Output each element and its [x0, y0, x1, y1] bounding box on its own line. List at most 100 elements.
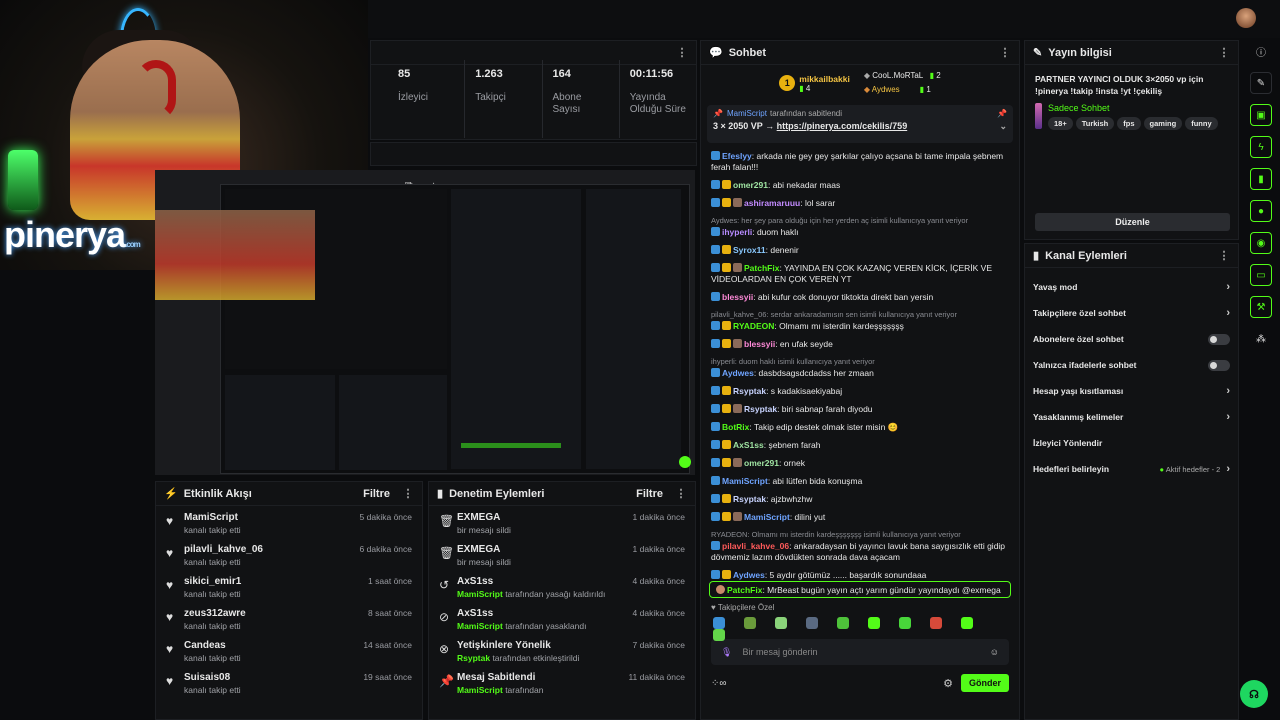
emote-icon[interactable]: [837, 617, 849, 630]
chat-message[interactable]: omer291: abi nekadar maas: [701, 180, 1019, 191]
more-icon[interactable]: ⋮: [999, 46, 1011, 59]
chevron-down-icon[interactable]: ⌄: [999, 121, 1007, 132]
emote-icon[interactable]: [930, 617, 942, 630]
activity-item[interactable]: ♥ Suisais08 kanalı takip etti 19 saat önce: [156, 666, 422, 698]
pencil-icon[interactable]: ✎: [1250, 72, 1272, 94]
channel-action-item[interactable]: Abonelere özel sohbet: [1025, 326, 1238, 352]
chat-username[interactable]: Rsyptak: [744, 404, 777, 414]
chat-message[interactable]: BotRix: Takip edip destek olmak ister mi…: [701, 422, 1019, 433]
emote-icon[interactable]: [961, 617, 973, 630]
emoji-icon[interactable]: ☺: [990, 647, 999, 657]
chat-message[interactable]: blessyii: abi kufur cok donuyor tiktokta…: [701, 292, 1019, 303]
pinned-message[interactable]: 📌 MamiScript tarafından sabitlendi 📌 3 × 20…: [707, 105, 1013, 143]
more-icon[interactable]: ⋮: [1218, 46, 1230, 59]
broadcast-icon[interactable]: ◉: [1250, 232, 1272, 254]
bolt-icon[interactable]: ϟ: [1250, 136, 1272, 158]
chat-message[interactable]: PatchFix: YAYINDA EN ÇOK KAZANÇ VEREN Kİ…: [701, 263, 1019, 285]
chat-username[interactable]: pilavli_kahve_06: [722, 541, 789, 551]
chat-username[interactable]: Rsyptak: [733, 494, 766, 504]
points-icon[interactable]: ⁘∞: [711, 678, 727, 689]
monitor-icon[interactable]: ▭: [1250, 264, 1272, 286]
moderation-item[interactable]: ⊘ AxS1ss MamiScript tarafından yasaklandı 4…: [429, 602, 695, 634]
chat-username[interactable]: omer291: [744, 458, 779, 468]
channel-action-item[interactable]: İzleyici Yönlendir: [1025, 430, 1238, 456]
help-icon[interactable]: ☊: [1240, 680, 1268, 708]
stream-tag[interactable]: 18+: [1048, 117, 1073, 130]
chat-username[interactable]: omer291: [733, 180, 768, 190]
wrench-icon[interactable]: ⚒: [1250, 296, 1272, 318]
activity-item[interactable]: ♥ sikici_emir1 kanalı takip etti 1 saat önc…: [156, 570, 422, 602]
moderation-item[interactable]: 🗑 EXMEGA bir mesajı sildi 1 dakika önce: [429, 538, 695, 570]
chat-message[interactable]: Aydwes: 5 aydır götümüz ...... başardık …: [701, 570, 1019, 581]
more-icon[interactable]: ⋮: [1218, 249, 1230, 262]
emote-icon[interactable]: [713, 617, 725, 630]
chat-message[interactable]: MamiScript: abi lütfen bida konuşma: [701, 476, 1019, 487]
info-icon[interactable]: ⓘ: [1250, 40, 1272, 62]
channel-action-item[interactable]: Yavaş mod ›: [1025, 274, 1238, 300]
toggle-switch[interactable]: [1208, 359, 1230, 371]
emote-icon[interactable]: [744, 617, 756, 630]
more-icon[interactable]: ⋮: [402, 487, 414, 500]
chat-message[interactable]: Rsyptak: biri sabnap farah diyodu: [701, 404, 1019, 415]
moderation-item[interactable]: ⊗ Yetişkinlere Yönelik Rsyptak tarafından …: [429, 634, 695, 666]
channel-action-item[interactable]: Yasaklanmış kelimeler ›: [1025, 404, 1238, 430]
chat-message[interactable]: RYADEON: Olmamı mı isterdin kardeşşşşşşş: [701, 321, 1019, 332]
activity-item[interactable]: ♥ Candeas kanalı takip etti 14 saat önce: [156, 634, 422, 666]
more-icon[interactable]: ⋮: [676, 46, 688, 59]
chat-username[interactable]: BotRix: [722, 422, 749, 432]
activity-item[interactable]: ♥ zeus312awre kanalı takip etti 8 saat önce: [156, 602, 422, 634]
chat-username[interactable]: blessyii: [722, 292, 753, 302]
chat-username[interactable]: Syrox11: [733, 245, 766, 255]
stream-tag[interactable]: gaming: [1143, 117, 1183, 130]
chat-username[interactable]: MamiScript: [722, 476, 768, 486]
channel-action-item[interactable]: Hedefleri belirleyin ● Aktif hedefler - 2…: [1025, 456, 1238, 482]
chat-message[interactable]: AxS1ss: şebnem farah: [701, 440, 1019, 451]
chat-username[interactable]: Rsyptak: [733, 386, 766, 396]
chat-message[interactable]: pilavli_kahve_06: ankaradaysan bi yayınc…: [701, 541, 1019, 563]
chat-message[interactable]: ihyperli: duom haklı: [701, 227, 1019, 238]
channel-action-item[interactable]: Hesap yaşı kısıtlaması ›: [1025, 378, 1238, 404]
leader-first[interactable]: 1 mikkailbakki ▮ 4: [779, 74, 850, 93]
chat-message[interactable]: Syrox11: denenir: [701, 245, 1019, 256]
chat-username[interactable]: blessyii: [744, 339, 775, 349]
chat-message[interactable]: ashiramaruuu: lol sarar: [701, 198, 1019, 209]
chat-username[interactable]: PatchFix: [744, 263, 779, 273]
toggle-switch[interactable]: [1208, 333, 1230, 345]
chat-username[interactable]: AxS1ss: [733, 440, 764, 450]
activity-filter-button[interactable]: Filtre: [363, 488, 390, 500]
unpin-icon[interactable]: 📌: [997, 109, 1007, 118]
category-name[interactable]: Sadece Sohbet: [1048, 103, 1228, 113]
stream-tag[interactable]: fps: [1117, 117, 1141, 130]
settings-gear-icon[interactable]: ⚙: [943, 677, 953, 690]
chat-input[interactable]: 🎙 Bir mesaj gönderin ☺: [711, 639, 1009, 665]
emote-icon[interactable]: [713, 629, 725, 642]
chat-username[interactable]: Aydwes: [733, 570, 765, 580]
emote-icon[interactable]: [899, 617, 911, 630]
avatar[interactable]: [1236, 8, 1256, 28]
emote-icon[interactable]: [806, 617, 818, 630]
activity-item[interactable]: ♥ MamiScript kanalı takip etti 5 dakika önc…: [156, 506, 422, 538]
chat-message[interactable]: Rsyptak: s kadakisaekiyabaj: [701, 386, 1019, 397]
activity-item[interactable]: ♥ pilavli_kahve_06 kanalı takip etti 6 daki…: [156, 538, 422, 570]
stream-tag[interactable]: Turkish: [1075, 117, 1115, 130]
emote-icon[interactable]: [868, 617, 880, 630]
chat-username[interactable]: ihyperli: [722, 227, 752, 237]
grid-icon[interactable]: ▣: [1250, 104, 1272, 126]
chat-bubble-icon[interactable]: ●: [1250, 200, 1272, 222]
channel-action-item[interactable]: Takipçilere özel sohbet ›: [1025, 300, 1238, 326]
chat-message[interactable]: blessyii: en ufak seyde: [701, 339, 1019, 350]
stream-tag[interactable]: funny: [1185, 117, 1218, 130]
chat-username[interactable]: Efeslyy: [722, 151, 752, 161]
edit-stream-button[interactable]: Düzenle: [1035, 213, 1230, 231]
chat-message[interactable]: Rsyptak: ajzbwhzhw: [701, 494, 1019, 505]
moderation-item[interactable]: ↺ AxS1ss MamiScript tarafından yasağı kald…: [429, 570, 695, 602]
moderation-filter-button[interactable]: Filtre: [636, 488, 663, 500]
emote-icon[interactable]: [775, 617, 787, 630]
chat-message[interactable]: MamiScript: dilini yut: [701, 512, 1019, 523]
chat-message[interactable]: Efeslyy: arkada nie gey gey şarkılar çal…: [701, 151, 1019, 173]
share-icon[interactable]: ⁂: [1250, 328, 1272, 350]
chat-message[interactable]: omer291: ornek: [701, 458, 1019, 469]
moderation-item[interactable]: 🗑 EXMEGA bir mesajı sildi 1 dakika önce: [429, 506, 695, 538]
chat-message[interactable]: Aydwes: dasbdsagsdcdadss her zmaan: [701, 368, 1019, 379]
pinned-link[interactable]: https://pinerya.com/cekilis/759: [777, 121, 908, 131]
